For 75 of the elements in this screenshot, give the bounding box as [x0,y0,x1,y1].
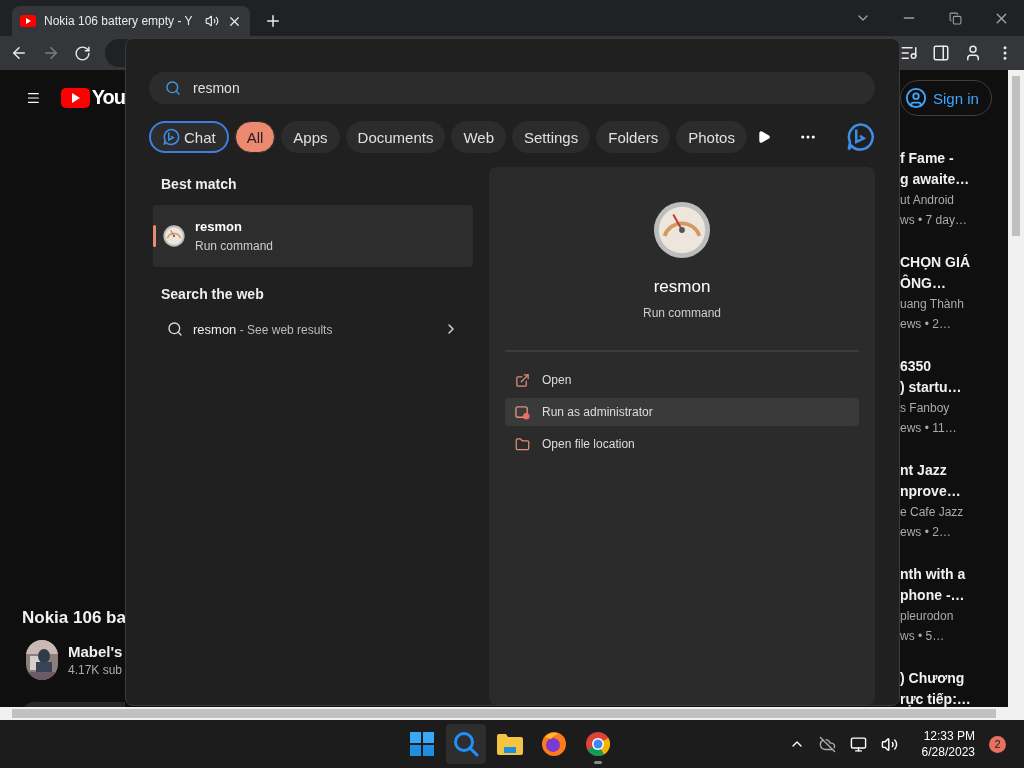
video-meta: ws • 5… [900,628,946,645]
folder-icon [497,733,523,755]
channel-name: uang Thành [900,296,965,313]
search-icon [165,80,181,96]
firefox-icon [541,731,567,757]
video-meta: ews • 2… [900,524,952,541]
video-title: Nokia 106 ba [22,608,125,628]
filter-chip[interactable]: Web [451,121,506,153]
web-result[interactable]: resmon - See web results [149,315,479,343]
tab-title: Nokia 106 battery empty - Y [44,14,194,28]
play-icon[interactable] [757,130,771,144]
bing-icon [845,122,875,152]
video-title[interactable]: g awaite… [900,169,1008,190]
cloud-off-icon[interactable] [818,735,836,753]
filter-chip[interactable]: Apps [281,121,340,153]
channel-name: ut Android [900,192,956,209]
video-title[interactable]: ) startu… [900,377,1008,398]
notification-badge[interactable]: 2 [989,735,1006,753]
filter-chip[interactable]: All [234,121,276,153]
browser-tab[interactable]: Nokia 106 battery empty - Y [12,6,250,36]
back-icon[interactable] [10,44,28,62]
action-item[interactable]: Run as administrator [505,398,859,426]
best-match-result[interactable]: resmon Run command [153,205,473,267]
profile-icon[interactable] [964,44,982,62]
reload-icon[interactable] [74,44,91,62]
horizontal-scrollbar[interactable] [0,707,1008,720]
gauge-icon [653,201,711,259]
section-heading: Best match [160,175,238,194]
video-meta: ews • 2… [900,316,952,333]
search-icon [453,731,479,757]
filter-chip[interactable]: Settings [512,121,591,153]
video-title[interactable]: ) Chương [900,668,1008,689]
chrome-icon [585,731,611,757]
vertical-scrollbar[interactable] [1008,70,1024,720]
volume-icon[interactable] [880,735,898,753]
folder-icon [515,436,530,452]
video-title[interactable]: nth with a [900,564,1008,585]
network-icon[interactable] [849,735,867,753]
gauge-icon [163,225,185,247]
bing-chat-icon [162,128,180,146]
filter-chip[interactable]: Photos [676,121,747,153]
video-meta: ws • 7 day… [900,212,968,229]
search-icon [167,321,183,337]
channel-name: e Cafe Jazz [900,504,965,521]
video-title[interactable]: ÔNG… [900,273,1008,294]
video-meta: ews • 11… [900,420,958,437]
restore-icon[interactable] [948,11,962,25]
video-title[interactable]: rực tiếp:… [900,689,1008,710]
subscriber-count: 4.17K sub [68,663,123,677]
youtube-logo[interactable]: You [60,86,125,109]
side-panel-icon[interactable] [932,44,950,62]
filter-chip[interactable]: Folders [596,121,671,153]
windows-logo-icon [410,732,434,756]
video-title[interactable]: 6350 [900,356,1008,377]
filter-chip[interactable]: Documents [345,121,446,153]
search-field[interactable]: resmon [149,72,875,104]
user-icon [905,87,927,109]
open-external-icon [515,372,530,388]
video-title[interactable]: phone -… [900,585,1008,606]
section-heading: Search the web [160,285,265,304]
clock[interactable]: 12:33 PM 6/28/2023 [921,729,975,759]
channel-name: s Fanboy [900,400,951,417]
filter-chip[interactable]: Chat [149,121,229,153]
speaker-icon[interactable] [205,14,219,28]
video-title[interactable]: f Fame - [900,148,1008,169]
channel-name[interactable]: Mabel's [68,643,123,660]
app-type: Run command [642,306,721,320]
youtube-favicon-icon [20,15,36,27]
channel-name: pleurodon [900,608,955,625]
video-title[interactable]: CHỌN GIÁ [900,252,1008,273]
media-control-icon[interactable] [900,44,918,62]
video-title[interactable]: nprove… [900,481,1008,502]
video-title[interactable]: nt Jazz [900,460,1008,481]
app-name: resmon [653,277,711,297]
new-tab-icon[interactable] [264,12,282,30]
